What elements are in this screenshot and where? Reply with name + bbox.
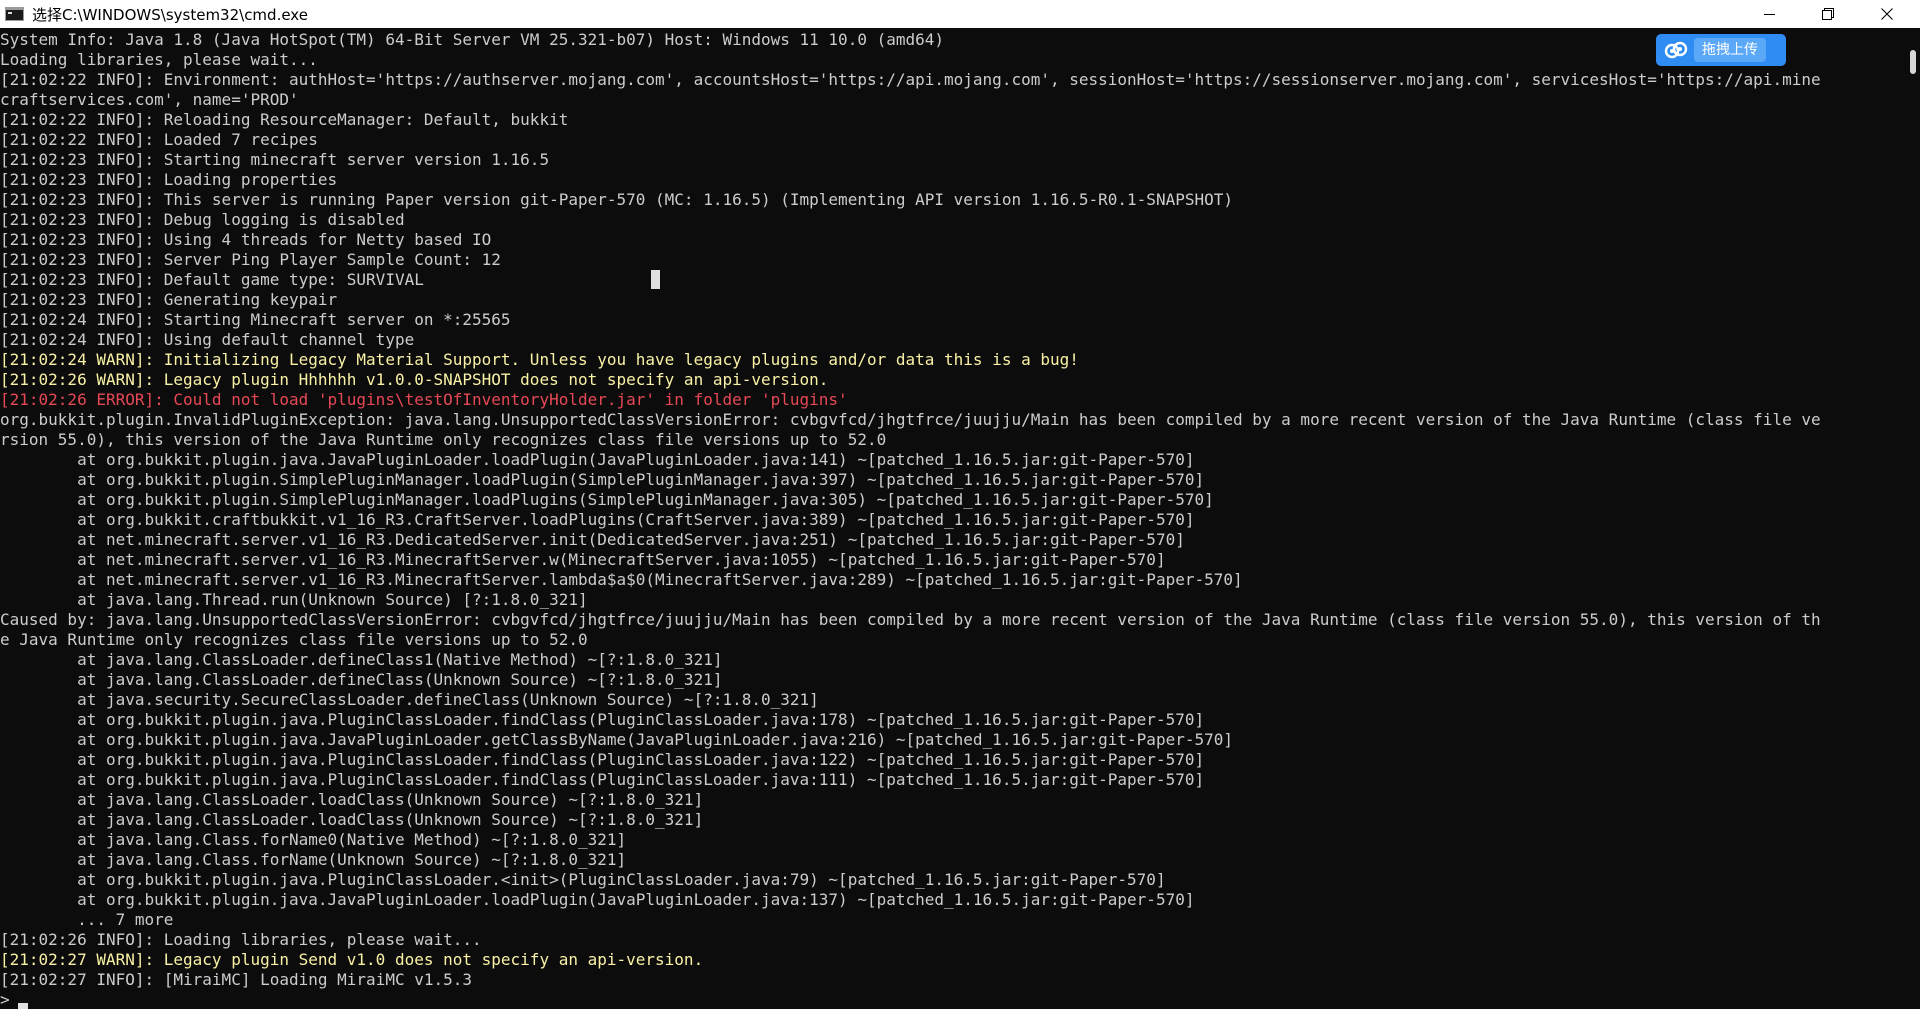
console-line: [21:02:23 INFO]: Debug logging is disabl… (0, 210, 405, 229)
console-line: [21:02:27 INFO]: [MiraiMC] Loading Mirai… (0, 970, 473, 989)
console-line: at org.bukkit.plugin.java.PluginClassLoa… (0, 710, 1205, 729)
console-line: [21:02:22 INFO]: Loaded 7 recipes (0, 130, 318, 149)
console-line: [21:02:23 INFO]: Server Ping Player Samp… (0, 250, 501, 269)
prompt-marker: > (0, 990, 10, 1009)
console-line: at net.minecraft.server.v1_16_R3.Minecra… (0, 570, 1243, 589)
console-line: [21:02:24 WARN]: Initializing Legacy Mat… (0, 350, 1079, 369)
console-line: at java.security.SecureClassLoader.defin… (0, 690, 819, 709)
console-line: [21:02:23 INFO]: Generating keypair (0, 290, 338, 309)
console-line: at java.lang.ClassLoader.loadClass(Unkno… (0, 810, 704, 829)
close-button[interactable] (1858, 0, 1916, 28)
console-line: at org.bukkit.plugin.java.JavaPluginLoad… (0, 890, 1195, 909)
console-line: [21:02:23 INFO]: Using 4 threads for Net… (0, 230, 492, 249)
console-line: [21:02:23 INFO]: This server is running … (0, 190, 1233, 209)
console-line: [21:02:23 INFO]: Loading properties (0, 170, 338, 189)
console-line: at java.lang.ClassLoader.loadClass(Unkno… (0, 790, 704, 809)
console-line: at java.lang.Class.forName0(Native Metho… (0, 830, 627, 849)
console-line: at net.minecraft.server.v1_16_R3.Dedicat… (0, 530, 1185, 549)
cloud-icon (1664, 39, 1688, 61)
console-line: at org.bukkit.craftbukkit.v1_16_R3.Craft… (0, 510, 1195, 529)
console-line: at org.bukkit.plugin.SimplePluginManager… (0, 490, 1214, 509)
console-line: e Java Runtime only recognizes class fil… (0, 630, 588, 649)
console-line: rsion 55.0), this version of the Java Ru… (0, 430, 887, 449)
console-line: at org.bukkit.plugin.java.PluginClassLoa… (0, 750, 1205, 769)
console-line: [21:02:26 WARN]: Legacy plugin Hhhhhh v1… (0, 370, 829, 389)
window-title: 选择C:\WINDOWS\system32\cmd.exe (32, 5, 308, 24)
input-cursor (18, 1003, 28, 1009)
console-line: [21:02:22 INFO]: Reloading ResourceManag… (0, 110, 569, 129)
console-line: at org.bukkit.plugin.java.PluginClassLoa… (0, 770, 1205, 789)
text-selection-cursor (651, 270, 660, 289)
console-line: at java.lang.Class.forName(Unknown Sourc… (0, 850, 627, 869)
cmd-app-icon (5, 7, 24, 21)
console-line: [21:02:26 ERROR]: Could not load 'plugin… (0, 390, 848, 409)
close-icon (1881, 8, 1893, 20)
drag-upload-label: 拖拽上传 (1694, 38, 1766, 62)
console-line: at java.lang.ClassLoader.defineClass(Unk… (0, 670, 723, 689)
console-line: [21:02:23 INFO]: Starting minecraft serv… (0, 150, 550, 169)
console-line: craftservices.com', name='PROD' (0, 90, 299, 109)
console-output[interactable]: System Info: Java 1.8 (Java HotSpot(TM) … (0, 30, 1906, 1009)
console-line: org.bukkit.plugin.InvalidPluginException… (0, 410, 1821, 429)
title-bar[interactable]: 选择C:\WINDOWS\system32\cmd.exe (0, 0, 1920, 28)
console-line: [21:02:26 INFO]: Loading libraries, plea… (0, 930, 482, 949)
scrollbar-thumb[interactable] (1910, 50, 1916, 74)
console-line: at org.bukkit.plugin.java.PluginClassLoa… (0, 870, 1166, 889)
console-line: [21:02:24 INFO]: Using default channel t… (0, 330, 415, 349)
console-line: [21:02:22 INFO]: Environment: authHost='… (0, 70, 1821, 89)
console-line: at org.bukkit.plugin.java.JavaPluginLoad… (0, 450, 1195, 469)
console-line: [21:02:23 INFO]: Default game type: SURV… (0, 270, 424, 289)
console-line: at net.minecraft.server.v1_16_R3.Minecra… (0, 550, 1166, 569)
console-line: [21:02:27 WARN]: Legacy plugin Send v1.0… (0, 950, 704, 969)
restore-button[interactable] (1799, 0, 1857, 28)
console-line: at org.bukkit.plugin.java.JavaPluginLoad… (0, 730, 1233, 749)
vertical-scrollbar[interactable] (1906, 28, 1920, 1009)
console-line: System Info: Java 1.8 (Java HotSpot(TM) … (0, 30, 945, 49)
minimize-icon (1763, 13, 1775, 15)
drag-upload-button[interactable]: 拖拽上传 (1656, 34, 1786, 66)
console-line: at java.lang.Thread.run(Unknown Source) … (0, 590, 588, 609)
console-line: Loading libraries, please wait... (0, 50, 318, 69)
restore-icon (1822, 8, 1834, 20)
console-line: ... 7 more (0, 910, 174, 929)
console-line: at org.bukkit.plugin.SimplePluginManager… (0, 470, 1205, 489)
console-line: [21:02:24 INFO]: Starting Minecraft serv… (0, 310, 511, 329)
cmd-window: 选择C:\WINDOWS\system32\cmd.exe System Inf… (0, 0, 1920, 1009)
console-line: Caused by: java.lang.UnsupportedClassVer… (0, 610, 1821, 629)
minimize-button[interactable] (1740, 0, 1798, 28)
console-line: at java.lang.ClassLoader.defineClass1(Na… (0, 650, 723, 669)
